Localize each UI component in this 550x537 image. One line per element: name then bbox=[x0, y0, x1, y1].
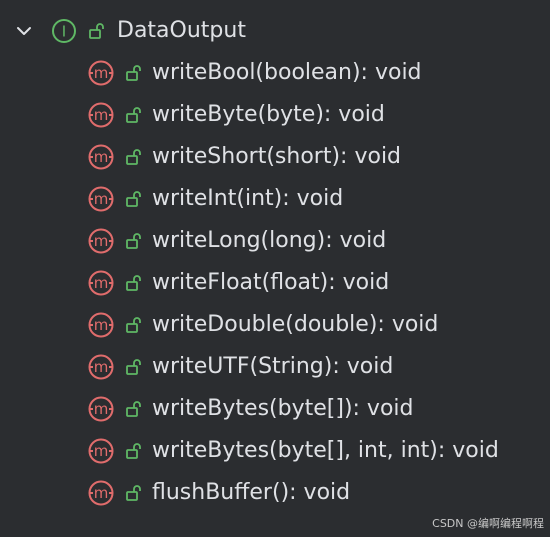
method-icon: m bbox=[88, 102, 114, 128]
tree-node-method[interactable]: m writeBytes(byte[], int, int): void bbox=[0, 430, 550, 472]
tree-node-method[interactable]: m writeByte(byte): void bbox=[0, 94, 550, 136]
method-icon: m bbox=[88, 480, 114, 506]
method-icon-letter: m bbox=[94, 64, 109, 82]
unlock-icon bbox=[126, 149, 141, 165]
method-icon-letter: m bbox=[94, 358, 109, 376]
method-label: writeDouble(double): void bbox=[152, 312, 439, 337]
tree-node-method[interactable]: m writeDouble(double): void bbox=[0, 304, 550, 346]
unlock-icon bbox=[126, 65, 141, 81]
unlock-icon bbox=[126, 359, 141, 375]
chevron-down-icon[interactable] bbox=[14, 21, 34, 41]
method-icon-letter: m bbox=[94, 400, 109, 418]
method-icon-letter: m bbox=[94, 442, 109, 460]
method-label: writeFloat(float): void bbox=[152, 270, 390, 295]
method-label: writeBytes(byte[], int, int): void bbox=[152, 438, 499, 463]
interface-icon-letter: I bbox=[62, 23, 66, 41]
unlock-icon bbox=[126, 107, 141, 123]
method-label: writeBytes(byte[]): void bbox=[152, 396, 414, 421]
tree-node-method[interactable]: m writeFloat(float): void bbox=[0, 262, 550, 304]
tree-node-method[interactable]: m writeBytes(byte[]): void bbox=[0, 388, 550, 430]
method-icon: m bbox=[88, 270, 114, 296]
tree-node-method[interactable]: m flushBuffer(): void bbox=[0, 472, 550, 514]
unlock-icon bbox=[89, 23, 104, 39]
method-icon: m bbox=[88, 144, 114, 170]
tree-node-method[interactable]: m writeLong(long): void bbox=[0, 220, 550, 262]
tree-node-method[interactable]: m writeInt(int): void bbox=[0, 178, 550, 220]
method-icon-letter: m bbox=[94, 148, 109, 166]
method-label: writeInt(int): void bbox=[152, 186, 344, 211]
method-icon: m bbox=[88, 312, 114, 338]
tree-node-method[interactable]: m writeShort(short): void bbox=[0, 136, 550, 178]
unlock-icon bbox=[126, 233, 141, 249]
method-icon: m bbox=[88, 354, 114, 380]
method-icon-letter: m bbox=[94, 484, 109, 502]
interface-icon: I bbox=[52, 19, 76, 43]
tree-node-dataoutput[interactable]: I DataOutput bbox=[0, 10, 550, 52]
unlock-icon bbox=[126, 485, 141, 501]
method-label: flushBuffer(): void bbox=[152, 480, 351, 505]
method-icon-letter: m bbox=[94, 232, 109, 250]
method-icon: m bbox=[88, 228, 114, 254]
method-label: writeShort(short): void bbox=[152, 144, 402, 169]
unlock-icon bbox=[126, 317, 141, 333]
structure-tree: I DataOutput m writeBool(boolean): void m w… bbox=[0, 0, 550, 537]
method-icon-letter: m bbox=[94, 106, 109, 124]
unlock-icon bbox=[126, 443, 141, 459]
tree-node-method[interactable]: m writeBool(boolean): void bbox=[0, 52, 550, 94]
watermark: CSDN @编啊编程啊程 bbox=[432, 517, 544, 530]
method-icon: m bbox=[88, 396, 114, 422]
method-icon: m bbox=[88, 438, 114, 464]
method-label: writeByte(byte): void bbox=[152, 102, 385, 127]
tree-node-method[interactable]: m writeUTF(String): void bbox=[0, 346, 550, 388]
tree-node-label: DataOutput bbox=[117, 18, 246, 43]
method-icon: m bbox=[88, 60, 114, 86]
method-icon-letter: m bbox=[94, 274, 109, 292]
method-icon-letter: m bbox=[94, 316, 109, 334]
unlock-icon bbox=[126, 275, 141, 291]
method-label: writeUTF(String): void bbox=[152, 354, 394, 379]
unlock-icon bbox=[126, 401, 141, 417]
method-label: writeLong(long): void bbox=[152, 228, 387, 253]
method-icon: m bbox=[88, 186, 114, 212]
unlock-icon bbox=[126, 191, 141, 207]
method-label: writeBool(boolean): void bbox=[152, 60, 422, 85]
method-icon-letter: m bbox=[94, 190, 109, 208]
